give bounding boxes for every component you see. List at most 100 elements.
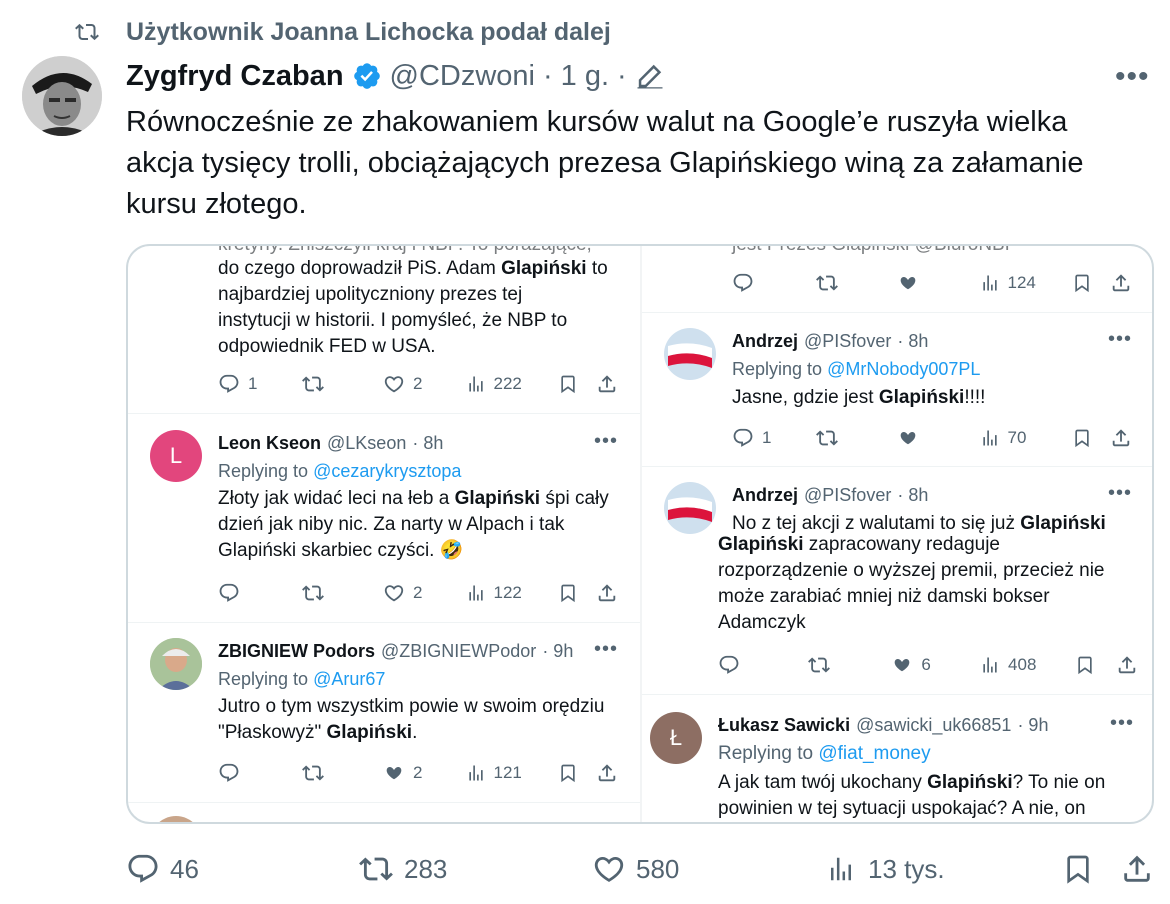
repost-button[interactable] [807, 654, 892, 676]
views-indicator[interactable]: 121 [466, 763, 558, 783]
reply-age[interactable]: · 8h [897, 485, 928, 506]
like-button[interactable]: 2 [383, 373, 466, 395]
repost-button[interactable] [301, 373, 384, 395]
views-indicator[interactable]: 122 [466, 583, 558, 603]
reply-avatar[interactable]: Ł [650, 712, 702, 764]
image-left-column: kretyny. Zniszczyli kraj i NBP. To poraż… [128, 246, 640, 822]
reply-avatar[interactable] [664, 482, 716, 534]
replying-to: Replying to @cezarykrysztopa [218, 461, 462, 481]
bookmark-button[interactable] [558, 762, 596, 784]
attached-image[interactable]: kretyny. Zniszczyli kraj i NBP. To poraż… [126, 244, 1154, 824]
repost-icon [815, 427, 839, 449]
bookmark-button[interactable] [558, 373, 596, 395]
views-indicator[interactable]: 408 [980, 655, 1075, 675]
edited-pencil-icon[interactable] [635, 61, 665, 91]
reply-avatar[interactable] [150, 816, 202, 822]
reply-actions: 6 408 [718, 654, 1138, 676]
share-button[interactable] [1110, 272, 1132, 294]
reply-button[interactable]: 1 [218, 373, 301, 395]
repost-icon [358, 852, 394, 886]
retweet-label[interactable]: Użytkownik Joanna Lichocka podał dalej [126, 18, 611, 47]
reply-age[interactable]: · 8h [897, 331, 928, 352]
reply-avatar[interactable] [150, 638, 202, 690]
reply-text: Jasne, gdzie jest Glapiński!!!! [732, 387, 986, 408]
divider [642, 694, 1152, 695]
more-options-icon[interactable]: ••• [1110, 712, 1134, 735]
divider [128, 622, 640, 623]
bookmark-button[interactable] [1072, 427, 1110, 449]
author-name[interactable]: Zygfryd Czaban [126, 60, 344, 93]
views-bar-icon [826, 854, 856, 884]
reply-author-name[interactable]: Andrzej [732, 331, 798, 352]
reply-avatar[interactable] [664, 328, 716, 380]
views-indicator[interactable]: 70 [980, 428, 1072, 448]
reply-button[interactable] [218, 582, 301, 604]
bookmark-icon [1062, 852, 1094, 886]
bookmark-button[interactable] [558, 582, 596, 604]
like-button[interactable]: 2 [383, 582, 466, 604]
like-button[interactable] [897, 427, 980, 449]
share-button[interactable] [1120, 852, 1154, 886]
like-button[interactable] [897, 272, 980, 294]
reply-handle[interactable]: @PISfover [804, 331, 891, 352]
heart-icon [592, 852, 626, 886]
header-separator-2: · [617, 59, 627, 92]
repost-button[interactable] [301, 762, 384, 784]
views-indicator[interactable]: 13 tys. [826, 854, 1062, 885]
tweet-age[interactable]: 1 g. [561, 60, 609, 93]
views-indicator[interactable]: 222 [466, 374, 558, 394]
views-count: 13 tys. [868, 853, 945, 884]
more-options-icon[interactable]: ••• [1108, 482, 1132, 505]
reply-avatar[interactable]: L [150, 430, 202, 482]
views-bar-icon [980, 273, 1000, 293]
reply-icon [218, 762, 240, 784]
reply-handle[interactable]: @sawicki_uk66851 [856, 715, 1011, 736]
bookmark-button[interactable] [1062, 852, 1120, 886]
views-indicator[interactable]: 124 [980, 273, 1072, 293]
bookmark-button[interactable] [1075, 654, 1116, 676]
more-options-icon[interactable]: ••• [594, 638, 618, 661]
share-button[interactable] [596, 373, 618, 395]
like-button[interactable]: 580 [592, 852, 826, 886]
reply-author-name[interactable]: Łukasz Sawicki [718, 715, 850, 736]
reply-handle[interactable]: @ZBIGNIEWPodor [381, 641, 536, 662]
reply-handle[interactable]: @PISfover [804, 485, 891, 506]
share-icon [1120, 852, 1154, 886]
like-button[interactable]: 6 [891, 654, 980, 676]
reply-age[interactable]: · 9h [1017, 715, 1048, 736]
repost-button[interactable] [301, 582, 384, 604]
reply-author-name[interactable]: Andrzej [732, 485, 798, 506]
bookmark-button[interactable] [1072, 272, 1110, 294]
divider [642, 312, 1152, 313]
heart-icon [383, 582, 405, 604]
reply-author-name[interactable]: Leon Kseon [218, 433, 321, 454]
share-button[interactable] [596, 762, 618, 784]
reply-age[interactable]: · 8h [412, 433, 443, 454]
share-button[interactable] [596, 582, 618, 604]
reply-button[interactable] [218, 762, 301, 784]
reply-button[interactable]: 1 [732, 427, 815, 449]
reply-handle[interactable]: @LKseon [327, 433, 406, 454]
repost-button[interactable] [815, 427, 898, 449]
like-button[interactable]: 2 [383, 762, 466, 784]
cut-text: jest Prezes Glapiński @BiuroNBP [732, 246, 1017, 258]
more-options-icon[interactable]: ••• [594, 430, 618, 453]
author-avatar[interactable] [22, 56, 102, 136]
reply-age[interactable]: · 9h [542, 641, 573, 662]
share-button[interactable] [1116, 654, 1138, 676]
share-button[interactable] [1110, 427, 1132, 449]
views-bar-icon [466, 374, 486, 394]
repost-button[interactable] [815, 272, 898, 294]
bookmark-icon [1072, 427, 1092, 449]
author-handle[interactable]: @CDzwoni [390, 60, 535, 93]
repost-button[interactable]: 283 [358, 852, 592, 886]
like-count: 580 [636, 853, 680, 884]
more-options-icon[interactable]: ••• [1115, 60, 1150, 94]
reply-button[interactable] [732, 272, 815, 294]
reply-text: Glapiński zapracowany redaguje rozporząd… [718, 534, 1105, 633]
reply-author-name[interactable]: ZBIGNIEW Podors [218, 641, 375, 662]
reply-text: Jutro o tym wszystkim powie w swoim oręd… [218, 696, 605, 743]
reply-button[interactable] [718, 654, 807, 676]
more-options-icon[interactable]: ••• [1108, 328, 1132, 351]
reply-button[interactable]: 46 [126, 852, 358, 886]
